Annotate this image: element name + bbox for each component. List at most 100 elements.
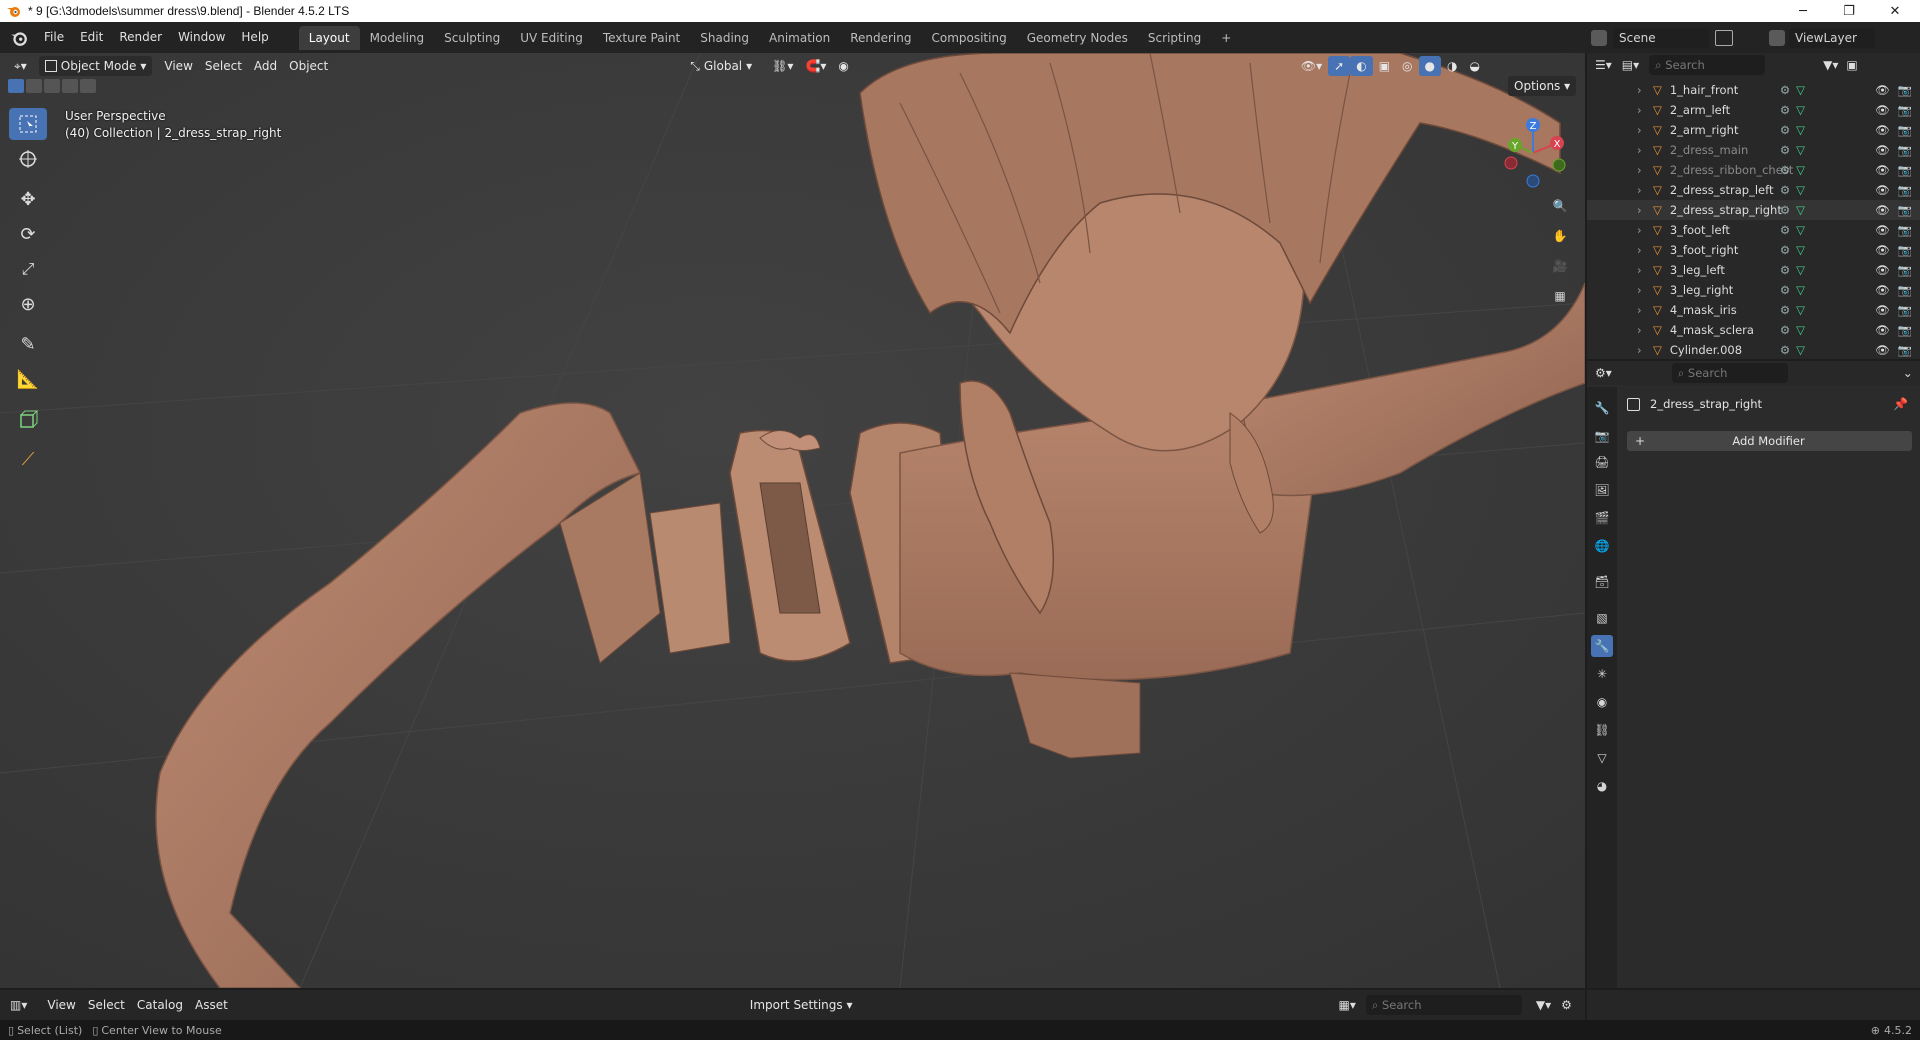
asset-search-input[interactable]: ⌕ Search [1365, 995, 1522, 1015]
mode-dropdown[interactable]: Object Mode ▾ [38, 56, 153, 76]
tab-scripting[interactable]: Scripting [1138, 26, 1211, 50]
shading-rendered-icon[interactable]: ◒ [1464, 56, 1486, 76]
pan-hand-icon[interactable]: ✋ [1547, 223, 1573, 249]
outliner-item-2-dress-strap-left[interactable]: 2_dress_strap_left [1670, 183, 1780, 197]
visibility-eye-icon[interactable]: 👁 [1875, 163, 1890, 177]
snap-icon[interactable]: 🧲▾ [799, 56, 832, 76]
visibility-eye-icon[interactable]: 👁 [1875, 323, 1890, 337]
expand-chevron-icon[interactable]: › [1637, 263, 1647, 277]
import-settings-dropdown[interactable]: Import Settings ▾ [744, 995, 859, 1015]
asset-menu-view[interactable]: View [41, 995, 81, 1015]
new-collection-icon[interactable]: ▣ [1846, 58, 1857, 72]
visibility-eye-icon[interactable]: 👁 [1875, 103, 1890, 117]
tool-scale[interactable]: ⤢ [9, 253, 47, 285]
expand-chevron-icon[interactable]: › [1637, 143, 1647, 157]
outliner-item-2-dress-ribbon-chest[interactable]: 2_dress_ribbon_chest [1670, 163, 1793, 177]
outliner-item-2-dress-main[interactable]: 2_dress_main [1670, 143, 1780, 157]
select-invert-icon[interactable] [62, 79, 78, 93]
xray-toggle-icon[interactable]: ▣ [1373, 56, 1396, 76]
tool-knife[interactable]: ⟋ [9, 443, 47, 475]
filter-icon[interactable]: ▼▾ [1823, 58, 1838, 72]
add-workspace-button[interactable]: + [1211, 26, 1241, 50]
asset-menu-select[interactable]: Select [82, 995, 131, 1015]
asset-filter-icon[interactable]: ▼▾ [1536, 998, 1551, 1012]
outliner-row[interactable]: › ▽ 2_dress_strap_right ⚙ ▽ 👁 📷 [1587, 200, 1920, 220]
outliner-row[interactable]: › ▽ 1_hair_front ⚙ ▽ 👁 📷 [1587, 80, 1920, 100]
visibility-eye-icon[interactable]: 👁 [1875, 143, 1890, 157]
ortho-grid-icon[interactable]: ▦ [1547, 283, 1573, 309]
tab-sculpting[interactable]: Sculpting [434, 26, 510, 50]
visibility-eye-icon[interactable]: 👁 [1875, 203, 1890, 217]
tab-geometry-nodes[interactable]: Geometry Nodes [1017, 26, 1138, 50]
visibility-eye-icon[interactable]: 👁 [1875, 243, 1890, 257]
pivot-icon[interactable]: ⛓▾ [766, 56, 799, 76]
3d-viewport[interactable]: ⌖▾ Object Mode ▾ View Select Add Object … [0, 53, 1585, 988]
outliner-row[interactable]: › ▽ 2_dress_main ⚙ ▽ 👁 📷 [1587, 140, 1920, 160]
outliner-item-cylinder-008[interactable]: Cylinder.008 [1670, 343, 1780, 357]
visibility-filter-icon[interactable]: 👁▾ [1295, 56, 1328, 76]
view-layer-tab-icon[interactable]: 🖼 [1591, 479, 1613, 501]
visibility-eye-icon[interactable]: 👁 [1875, 263, 1890, 277]
visibility-eye-icon[interactable]: 👁 [1875, 123, 1890, 137]
orientation-dropdown[interactable]: ⤡ Global ▾ [684, 56, 758, 76]
render-camera-icon[interactable]: 📷 [1898, 223, 1912, 237]
viewlayer-field[interactable]: ViewLayer [1789, 27, 1875, 48]
navigation-gizmo[interactable]: Z X Y [1495, 113, 1575, 193]
constraints-tab-icon[interactable]: ⛓ [1591, 719, 1613, 741]
expand-chevron-icon[interactable]: › [1637, 343, 1647, 357]
pin-icon[interactable]: 📌 [1893, 397, 1908, 411]
proportional-edit-icon[interactable]: ◉ [832, 56, 854, 76]
asset-menu-asset[interactable]: Asset [189, 995, 234, 1015]
chevron-down-icon[interactable]: ⌄ [1903, 366, 1913, 380]
menu-add[interactable]: Add [248, 56, 283, 76]
properties-editor-icon[interactable]: ⚙▾ [1595, 366, 1612, 380]
render-camera-icon[interactable]: 📷 [1898, 183, 1912, 197]
outliner-item-1-hair-front[interactable]: 1_hair_front [1670, 83, 1780, 97]
shading-material-icon[interactable]: ◑ [1441, 56, 1463, 76]
outliner-editor-icon[interactable]: ☰▾ [1595, 58, 1612, 72]
menu-edit[interactable]: Edit [72, 22, 111, 53]
render-camera-icon[interactable]: 📷 [1898, 83, 1912, 97]
menu-view[interactable]: View [158, 56, 198, 76]
physics-tab-icon[interactable]: ◉ [1591, 691, 1613, 713]
outliner-item-2-arm-left[interactable]: 2_arm_left [1670, 103, 1780, 117]
select-extend-icon[interactable] [26, 79, 42, 93]
close-button[interactable]: ✕ [1872, 0, 1918, 22]
asset-editor-icon[interactable]: ▥▾ [10, 998, 27, 1012]
scene-tab-icon[interactable]: 🎬 [1591, 507, 1613, 529]
options-dropdown[interactable]: Options ▾ [1508, 76, 1577, 96]
data-tab-icon[interactable]: ▽ [1591, 747, 1613, 769]
expand-chevron-icon[interactable]: › [1637, 303, 1647, 317]
tab-shading[interactable]: Shading [690, 26, 759, 50]
tool-tab-icon[interactable]: 🔧 [1591, 397, 1613, 419]
render-camera-icon[interactable]: 📷 [1898, 263, 1912, 277]
render-camera-icon[interactable]: 📷 [1898, 143, 1912, 157]
outliner-item-3-leg-left[interactable]: 3_leg_left [1670, 263, 1780, 277]
render-camera-icon[interactable]: 📷 [1898, 123, 1912, 137]
editor-type-icon[interactable]: ⌖▾ [8, 56, 33, 76]
tab-texture-paint[interactable]: Texture Paint [593, 26, 690, 50]
gizmo-toggle-icon[interactable]: ➚ [1328, 56, 1351, 76]
outliner-row[interactable]: › ▽ 3_foot_left ⚙ ▽ 👁 📷 [1587, 220, 1920, 240]
expand-chevron-icon[interactable]: › [1637, 163, 1647, 177]
menu-render[interactable]: Render [111, 22, 170, 53]
tool-annotate[interactable]: ✎ [9, 328, 47, 360]
outliner-row[interactable]: › ▽ 4_mask_sclera ⚙ ▽ 👁 📷 [1587, 320, 1920, 340]
menu-help[interactable]: Help [233, 22, 276, 53]
expand-chevron-icon[interactable]: › [1637, 83, 1647, 97]
display-size-icon[interactable]: ▦▾ [1339, 998, 1356, 1012]
outliner-item-3-leg-right[interactable]: 3_leg_right [1670, 283, 1780, 297]
tab-compositing[interactable]: Compositing [921, 26, 1016, 50]
shading-solid-icon[interactable]: ● [1418, 56, 1442, 76]
scene-field[interactable]: Scene [1613, 27, 1709, 48]
particles-tab-icon[interactable]: ✳ [1591, 663, 1613, 685]
tab-animation[interactable]: Animation [759, 26, 840, 50]
visibility-eye-icon[interactable]: 👁 [1875, 183, 1890, 197]
expand-chevron-icon[interactable]: › [1637, 123, 1647, 137]
visibility-eye-icon[interactable]: 👁 [1875, 283, 1890, 297]
visibility-eye-icon[interactable]: 👁 [1875, 303, 1890, 317]
expand-chevron-icon[interactable]: › [1637, 323, 1647, 337]
expand-chevron-icon[interactable]: › [1637, 243, 1647, 257]
render-camera-icon[interactable]: 📷 [1898, 283, 1912, 297]
outliner-row[interactable]: › ▽ 3_leg_right ⚙ ▽ 👁 📷 [1587, 280, 1920, 300]
